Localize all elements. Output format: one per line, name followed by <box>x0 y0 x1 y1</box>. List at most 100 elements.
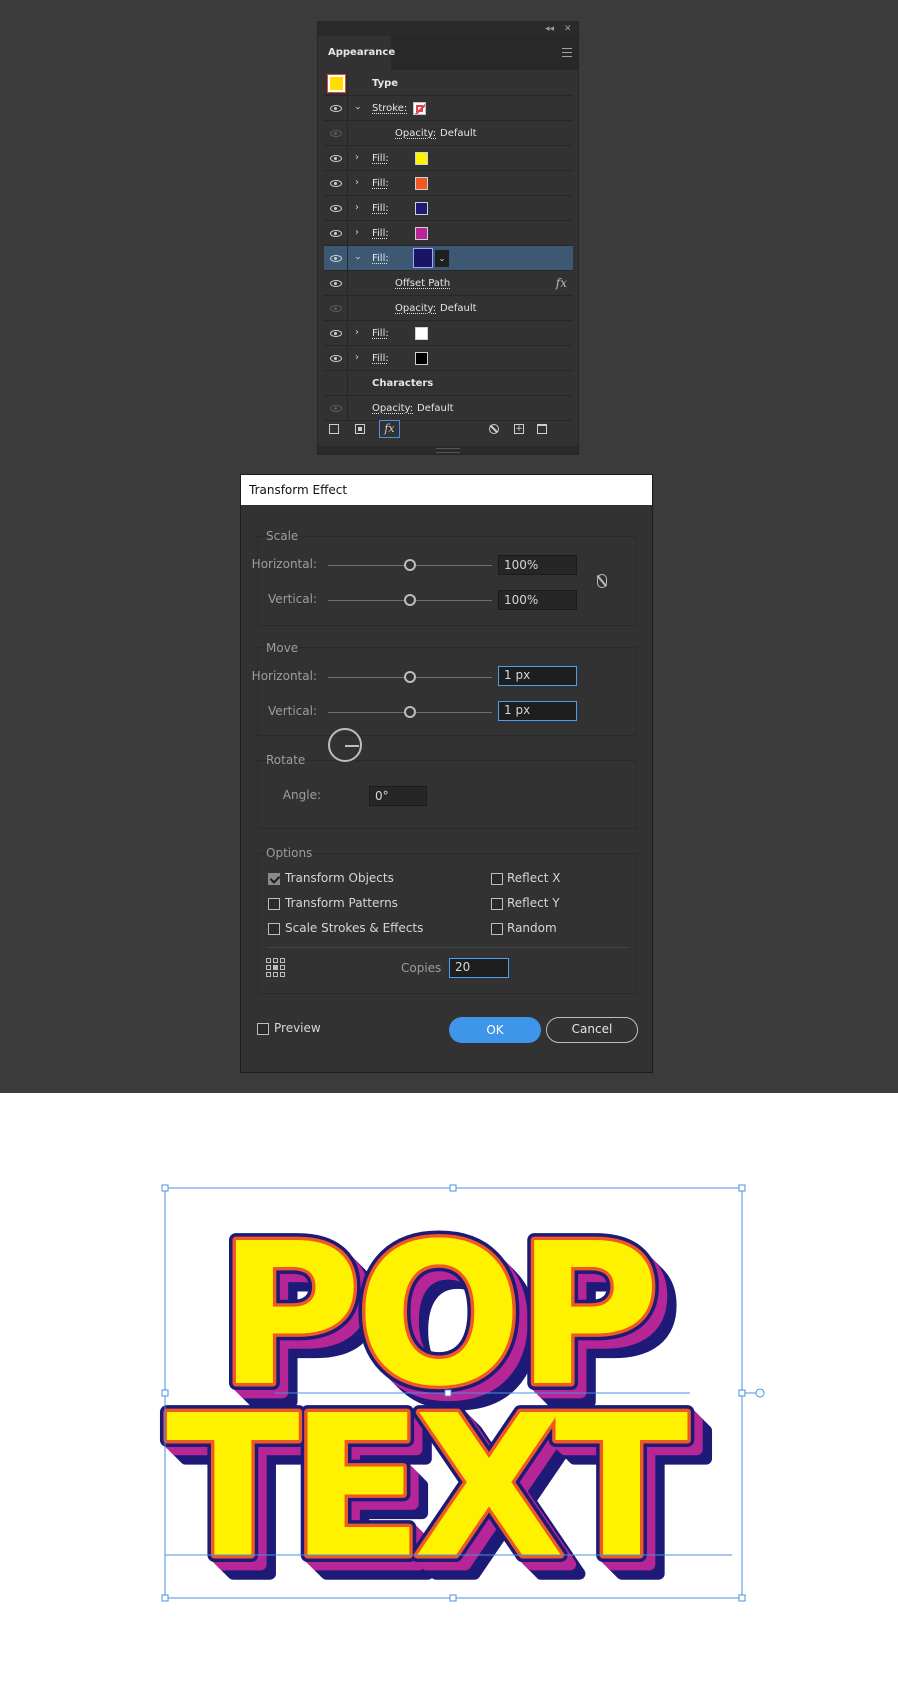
stroke-swatch[interactable] <box>413 102 426 115</box>
list-item-fill[interactable]: › Fill: <box>324 221 573 246</box>
chevron-right-icon[interactable]: › <box>355 351 359 365</box>
transform-objects-label[interactable]: Transform Objects <box>285 871 394 885</box>
preview-checkbox[interactable] <box>257 1023 269 1035</box>
angle-dial-icon[interactable] <box>328 728 362 762</box>
transform-objects-checkbox[interactable] <box>268 873 280 885</box>
random-label[interactable]: Random <box>507 921 557 935</box>
tab-appearance[interactable]: Appearance <box>318 36 395 70</box>
visibility-eye-icon[interactable] <box>330 130 342 137</box>
scale-horizontal-input[interactable]: 100% <box>498 555 577 575</box>
visibility-eye-icon[interactable] <box>330 155 342 162</box>
scale-group-title: Scale <box>266 529 299 543</box>
slider-knob[interactable] <box>404 559 416 571</box>
ok-button[interactable]: OK <box>449 1017 541 1043</box>
transform-patterns-checkbox[interactable] <box>268 898 280 910</box>
scale-horizontal-label: Horizontal: <box>251 557 317 571</box>
fill-swatch[interactable] <box>413 248 433 268</box>
list-item-fill[interactable]: › Fill: <box>324 346 573 371</box>
opacity-label[interactable]: Opacity: <box>395 127 436 140</box>
fill-swatch[interactable] <box>415 202 428 215</box>
list-item-characters[interactable]: Characters <box>324 371 573 396</box>
opacity-label[interactable]: Opacity: <box>395 302 436 315</box>
cancel-button[interactable]: Cancel <box>546 1017 638 1043</box>
fill-label[interactable]: Fill: <box>372 327 389 340</box>
fill-swatch[interactable] <box>415 152 428 165</box>
fill-swatch[interactable] <box>415 327 428 340</box>
close-panel-button[interactable]: ✕ <box>564 22 572 36</box>
fill-swatch[interactable] <box>415 352 428 365</box>
list-item-stroke-opacity[interactable]: Opacity: Default <box>324 121 573 146</box>
move-horizontal-input[interactable]: 1 px <box>498 666 577 686</box>
chevron-right-icon[interactable]: › <box>355 326 359 340</box>
chevron-down-icon[interactable]: › <box>350 256 364 260</box>
add-effect-button[interactable]: fx <box>379 420 400 438</box>
swatch-dropdown[interactable]: ⌄ <box>435 250 449 267</box>
pop-text-line2[interactable]: TEXTTEXTTEXTTEXTTEXTTEXTTEXTTEXTTEXTTEXT… <box>159 1367 722 1627</box>
fill-swatch[interactable] <box>415 227 428 240</box>
visibility-eye-icon[interactable] <box>330 330 342 337</box>
collapse-panel-button[interactable]: ◂◂ <box>545 22 554 36</box>
trash-icon[interactable] <box>537 424 547 434</box>
fill-label[interactable]: Fill: <box>372 352 389 365</box>
chevron-right-icon[interactable]: › <box>355 176 359 190</box>
visibility-eye-icon[interactable] <box>330 355 342 362</box>
list-item-fill-opacity[interactable]: Opacity: Default <box>324 296 573 321</box>
reflect-y-label[interactable]: Reflect Y <box>507 896 560 910</box>
add-new-fill-icon[interactable] <box>355 424 365 434</box>
fill-label[interactable]: Fill: <box>372 152 389 165</box>
list-item-fill-selected[interactable]: › Fill: ⌄ <box>324 246 573 271</box>
add-new-stroke-icon[interactable] <box>329 424 339 434</box>
opacity-value: Default <box>440 128 477 139</box>
transform-effect-dialog: Transform Effect Scale Horizontal: 100% … <box>240 474 653 1073</box>
list-item-fill[interactable]: › Fill: <box>324 321 573 346</box>
reflect-x-checkbox[interactable] <box>491 873 503 885</box>
slider-knob[interactable] <box>404 594 416 606</box>
visibility-eye-icon[interactable] <box>330 305 342 312</box>
list-item-fill[interactable]: › Fill: <box>324 146 573 171</box>
chevron-right-icon[interactable]: › <box>355 201 359 215</box>
reference-point-icon[interactable] <box>266 958 286 978</box>
visibility-eye-icon[interactable] <box>330 105 342 112</box>
opacity-value: Default <box>417 403 454 414</box>
visibility-eye-icon[interactable] <box>330 230 342 237</box>
chevron-right-icon[interactable]: › <box>355 226 359 240</box>
slider-knob[interactable] <box>404 671 416 683</box>
panel-resize-grip[interactable] <box>318 446 578 454</box>
reflect-y-checkbox[interactable] <box>491 898 503 910</box>
chevron-down-icon[interactable]: › <box>350 106 364 110</box>
scale-strokes-checkbox[interactable] <box>268 923 280 935</box>
list-item-fill[interactable]: › Fill: <box>324 171 573 196</box>
visibility-eye-icon[interactable] <box>330 205 342 212</box>
opacity-label[interactable]: Opacity: <box>372 402 413 415</box>
reflect-x-label[interactable]: Reflect X <box>507 871 560 885</box>
duplicate-item-icon[interactable]: + <box>514 424 524 434</box>
transform-patterns-label[interactable]: Transform Patterns <box>285 896 398 910</box>
fill-label[interactable]: Fill: <box>372 177 389 190</box>
visibility-eye-icon[interactable] <box>330 255 342 262</box>
slider-knob[interactable] <box>404 706 416 718</box>
list-item-stroke[interactable]: › Stroke: <box>324 96 573 121</box>
preview-label[interactable]: Preview <box>274 1021 321 1035</box>
scale-strokes-label[interactable]: Scale Strokes & Effects <box>285 921 423 935</box>
visibility-eye-icon[interactable] <box>330 280 342 287</box>
fill-label[interactable]: Fill: <box>372 227 389 240</box>
unlink-proportions-icon[interactable] <box>597 574 607 588</box>
copies-input[interactable]: 20 <box>449 958 509 978</box>
offset-path-label[interactable]: Offset Path <box>395 277 450 290</box>
clear-appearance-icon[interactable] <box>489 424 499 434</box>
visibility-eye-icon[interactable] <box>330 180 342 187</box>
fill-label[interactable]: Fill: <box>372 252 389 265</box>
random-checkbox[interactable] <box>491 923 503 935</box>
chevron-right-icon[interactable]: › <box>355 151 359 165</box>
angle-input[interactable]: 0° <box>369 786 427 806</box>
scale-vertical-input[interactable]: 100% <box>498 590 577 610</box>
list-item-type[interactable]: Type <box>324 71 573 96</box>
fill-swatch[interactable] <box>415 177 428 190</box>
list-item-fill[interactable]: › Fill: <box>324 196 573 221</box>
fill-label[interactable]: Fill: <box>372 202 389 215</box>
stroke-label[interactable]: Stroke: <box>372 102 407 115</box>
move-vertical-input[interactable]: 1 px <box>498 701 577 721</box>
panel-menu-icon[interactable] <box>562 48 572 57</box>
list-item-offset-path[interactable]: Offset Path fx <box>324 271 573 296</box>
visibility-eye-icon[interactable] <box>330 405 342 412</box>
